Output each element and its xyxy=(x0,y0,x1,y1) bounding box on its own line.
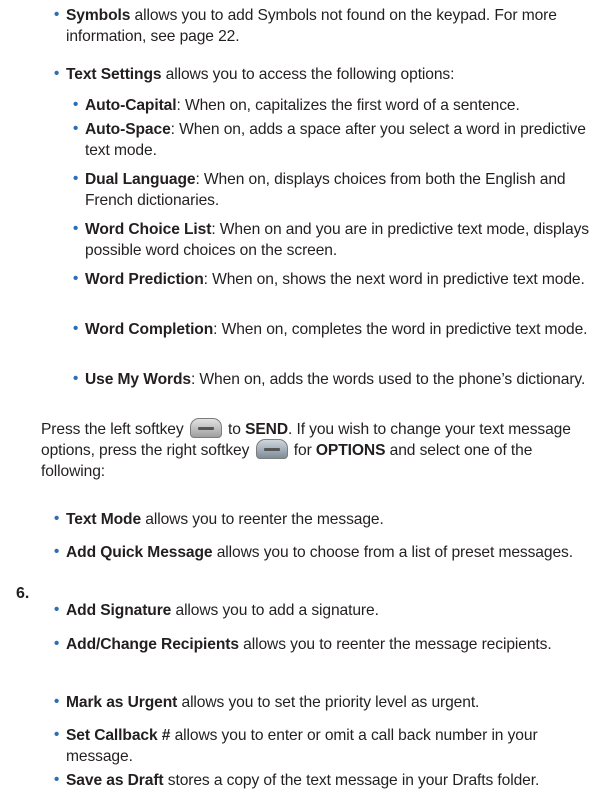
option-term: Word Choice List xyxy=(85,221,212,238)
send-key-label: SEND xyxy=(245,421,288,438)
step-number: 6. xyxy=(16,585,30,602)
list-item-add-signature: • Add Signature allows you to add a sign… xyxy=(54,600,596,621)
bullet: • xyxy=(54,510,60,527)
list-item-text-settings: • Text Settings allows you to access the… xyxy=(54,64,592,85)
option-description: stores a copy of the text message in you… xyxy=(163,772,540,789)
option-description: allows you to add Symbols not found on t… xyxy=(66,7,557,45)
bullet: • xyxy=(54,543,60,560)
option-term: Symbols xyxy=(66,7,131,24)
bullet: • xyxy=(54,6,60,23)
option-term: Text Settings xyxy=(66,66,162,83)
bullet: • xyxy=(54,65,60,82)
bullet: • xyxy=(54,726,60,743)
right-softkey-icon xyxy=(255,438,288,459)
list-item-symbols: • Symbols allows you to add Symbols not … xyxy=(54,5,592,47)
list-item-mark-as-urgent: • Mark as Urgent allows you to set the p… xyxy=(54,692,596,713)
option-term: Word Prediction xyxy=(85,271,204,288)
option-term: Dual Language xyxy=(85,171,196,188)
option-description: : When on, completes the word in predict… xyxy=(213,321,588,338)
option-description: allows you to access the following optio… xyxy=(161,66,455,83)
bullet: • xyxy=(54,601,60,618)
option-description: allows you to reenter the message. xyxy=(141,511,384,528)
option-description: : When on, adds the words used to the ph… xyxy=(190,371,586,388)
list-item-set-callback: • Set Callback # allows you to enter or … xyxy=(54,725,596,767)
list-item-add-quick-message: • Add Quick Message allows you to choose… xyxy=(54,542,596,563)
sub-item-auto-capital: • Auto-Capital: When on, capitalizes the… xyxy=(73,95,595,116)
bullet: • xyxy=(73,96,79,113)
options-key-label: OPTIONS xyxy=(315,442,386,459)
option-term: Save as Draft xyxy=(66,772,164,789)
bullet: • xyxy=(54,635,60,652)
bullet: • xyxy=(73,320,79,337)
left-softkey-icon xyxy=(189,417,222,438)
sub-item-use-my-words: • Use My Words: When on, adds the words … xyxy=(73,369,595,390)
option-term: Auto-Space xyxy=(85,121,171,138)
list-item-add-change-recipients: • Add/Change Recipients allows you to re… xyxy=(54,634,596,655)
option-term: Add Signature xyxy=(66,602,172,619)
bullet: • xyxy=(73,220,79,237)
option-term: Add/Change Recipients xyxy=(66,636,239,653)
step-instruction: Press the left softkey to SEND. If you w… xyxy=(41,417,596,482)
sub-item-auto-space: • Auto-Space: When on, adds a space afte… xyxy=(73,119,595,161)
option-description: allows you to choose from a list of pres… xyxy=(212,544,573,561)
option-term: Text Mode xyxy=(66,511,142,528)
bullet: • xyxy=(73,120,79,137)
list-item-text-mode: • Text Mode allows you to reenter the me… xyxy=(54,509,596,530)
bullet: • xyxy=(54,693,60,710)
sub-item-word-completion: • Word Completion: When on, completes th… xyxy=(73,319,595,340)
step-text: Press the left softkey xyxy=(41,421,188,438)
sub-item-dual-language: • Dual Language: When on, displays choic… xyxy=(73,169,595,211)
option-description: allows you to set the priority level as … xyxy=(177,694,480,711)
sub-item-word-prediction: • Word Prediction: When on, shows the ne… xyxy=(73,269,595,290)
option-description: : When on, shows the next word in predic… xyxy=(203,271,585,288)
manual-page: • Symbols allows you to add Symbols not … xyxy=(0,0,603,796)
sub-item-word-choice-list: • Word Choice List: When on and you are … xyxy=(73,219,595,261)
step-text: for xyxy=(289,442,316,459)
option-term: Add Quick Message xyxy=(66,544,213,561)
bullet: • xyxy=(73,370,79,387)
list-item-save-as-draft: • Save as Draft stores a copy of the tex… xyxy=(54,770,596,791)
option-term: Set Callback # xyxy=(66,727,171,744)
option-term: Mark as Urgent xyxy=(66,694,178,711)
option-term: Use My Words xyxy=(85,371,191,388)
option-description: : When on, capitalizes the first word of… xyxy=(176,97,520,114)
option-description: allows you to add a signature. xyxy=(171,602,379,619)
bullet: • xyxy=(54,771,60,788)
bullet: • xyxy=(73,270,79,287)
bullet: • xyxy=(73,170,79,187)
step-text: to xyxy=(223,421,246,438)
option-description: allows you to reenter the message recipi… xyxy=(238,636,552,653)
option-term: Auto-Capital xyxy=(85,97,177,114)
option-term: Word Completion xyxy=(85,321,214,338)
